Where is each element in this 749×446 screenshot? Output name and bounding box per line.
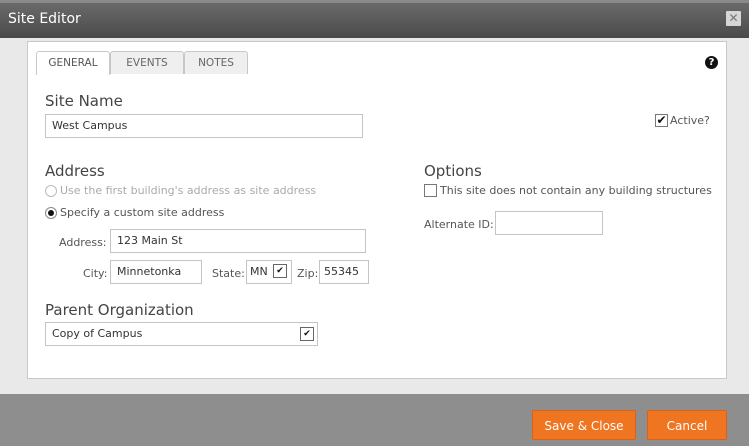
save-close-button[interactable]: Save & Close — [532, 410, 636, 440]
parent-org-select[interactable]: Copy of Campus — [45, 322, 318, 346]
tab-general[interactable]: GENERAL — [36, 51, 110, 75]
radio-first-building-label: Use the first building's address as site… — [60, 184, 317, 197]
alternate-id-label: Alternate ID: — [424, 218, 494, 231]
state-label: State: — [212, 267, 245, 280]
tab-notes[interactable]: NOTES — [184, 51, 248, 74]
address-heading: Address — [45, 162, 105, 180]
help-icon[interactable]: ? — [705, 56, 718, 69]
no-structures-checkbox[interactable] — [424, 184, 437, 197]
dialog-footer — [0, 394, 749, 446]
address-input[interactable]: 123 Main St — [110, 229, 366, 253]
active-checkbox[interactable]: ✔ — [655, 114, 668, 127]
options-heading: Options — [424, 162, 482, 180]
radio-custom-address[interactable] — [45, 207, 57, 219]
no-structures-label: This site does not contain any building … — [440, 184, 712, 197]
address-label: Address: — [59, 236, 107, 249]
chevron-down-icon[interactable]: ✔ — [300, 327, 314, 341]
title-bar: Site Editor ✕ — [0, 0, 749, 38]
zip-label: Zip: — [297, 267, 319, 280]
site-name-heading: Site Name — [45, 92, 123, 110]
site-name-input[interactable]: West Campus — [45, 114, 363, 138]
parent-org-value: Copy of Campus — [52, 327, 143, 340]
chevron-down-icon[interactable]: ✔ — [273, 264, 287, 278]
cancel-button[interactable]: Cancel — [647, 410, 727, 440]
close-icon[interactable]: ✕ — [726, 11, 741, 26]
parent-org-heading: Parent Organization — [45, 301, 194, 319]
window-title: Site Editor — [8, 11, 81, 27]
city-label: City: — [83, 267, 108, 280]
radio-custom-address-label: Specify a custom site address — [60, 206, 225, 219]
zip-input[interactable]: 55345 — [319, 260, 369, 284]
city-input[interactable]: Minnetonka — [110, 260, 202, 284]
radio-first-building[interactable] — [45, 185, 57, 197]
active-label: Active? — [670, 114, 710, 127]
alternate-id-input[interactable] — [495, 211, 603, 235]
state-value: MN — [250, 265, 268, 278]
tab-events[interactable]: EVENTS — [110, 51, 184, 74]
